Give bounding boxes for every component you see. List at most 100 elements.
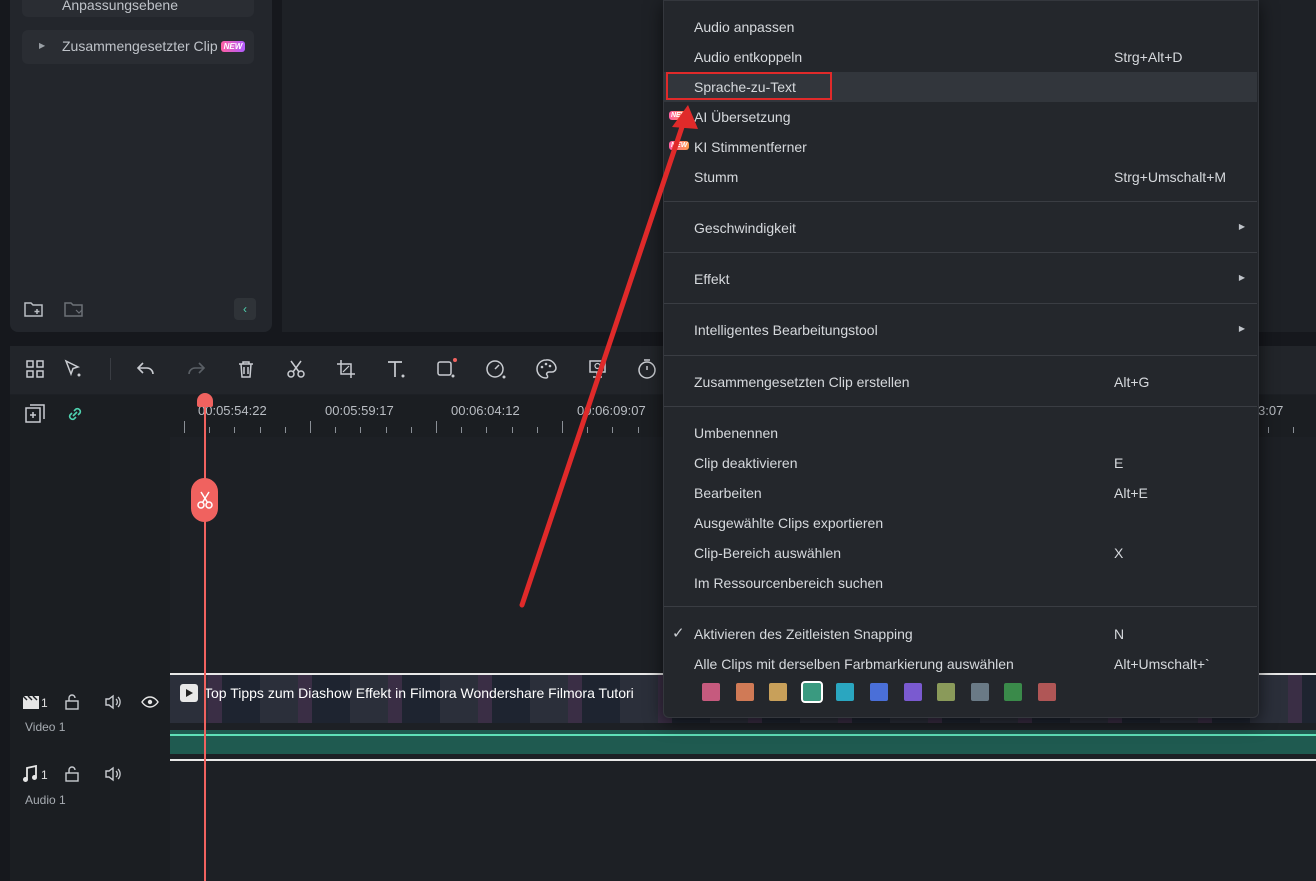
menu-item-shortcut: Alt+Umschalt+` xyxy=(1114,656,1210,672)
layout-icon[interactable] xyxy=(22,356,48,382)
menu-item[interactable]: Effekt ▶ xyxy=(664,264,1257,294)
menu-separator xyxy=(664,201,1257,202)
select-tool-icon[interactable] xyxy=(60,356,86,382)
menu-item-label: Audio entkoppeln xyxy=(694,49,803,65)
submenu-arrow-icon: ▶ xyxy=(1238,273,1245,282)
menu-item-shortcut: X xyxy=(1114,545,1124,561)
color-mark-swatch[interactable] xyxy=(903,683,922,701)
submenu-arrow-icon: ▶ xyxy=(1238,222,1245,231)
menu-item-label: Im Ressourcenbereich suchen xyxy=(694,575,884,591)
menu-item-shortcut: Strg+Alt+D xyxy=(1114,49,1183,65)
ruler-tick xyxy=(461,427,463,433)
color-mark-swatch[interactable] xyxy=(769,683,788,701)
clip-title-text: Top Tipps zum Diashow Effekt in Filmora … xyxy=(204,685,634,701)
menu-item-label: Intelligentes Bearbeitungstool xyxy=(694,322,878,338)
collapse-panel-button[interactable]: ‹ xyxy=(234,298,256,320)
undo-icon[interactable] xyxy=(133,356,159,382)
import-folder-icon[interactable] xyxy=(64,300,84,323)
volume-icon[interactable] xyxy=(104,694,122,715)
menu-item-shortcut: N xyxy=(1114,626,1125,642)
waveform-line xyxy=(170,734,1316,736)
add-track-icon[interactable] xyxy=(24,403,46,430)
redo-icon[interactable] xyxy=(183,356,209,382)
delete-icon[interactable] xyxy=(233,356,259,382)
ruler-tick xyxy=(1292,427,1294,433)
ruler-tick xyxy=(184,421,185,433)
lock-icon[interactable] xyxy=(65,766,79,787)
playhead-handle[interactable] xyxy=(197,393,213,407)
menu-item[interactable]: Audio anpassen xyxy=(664,12,1257,42)
ruler-tick xyxy=(1267,427,1269,433)
color-mark-swatch[interactable] xyxy=(1038,683,1056,701)
menu-item-label: Zusammengesetzten Clip erstellen xyxy=(694,374,910,390)
sidebar-item-compound-clip[interactable]: ▶ Zusammengesetzter Clip NEW xyxy=(22,30,254,64)
ruler-tick xyxy=(259,427,261,433)
volume-icon[interactable] xyxy=(104,766,122,787)
menu-item-shortcut: Alt+E xyxy=(1114,485,1148,501)
color-mark-swatch[interactable] xyxy=(970,683,989,701)
timecode-label: 3:07 xyxy=(1258,403,1284,418)
menu-item[interactable]: Umbenennen xyxy=(664,418,1257,448)
track-headers xyxy=(10,395,170,881)
menu-item[interactable]: Clip deaktivieren E xyxy=(664,448,1257,478)
menu-item[interactable]: Bearbeiten Alt+E xyxy=(664,478,1257,508)
new-folder-icon[interactable] xyxy=(24,300,44,323)
shape-icon[interactable] xyxy=(433,356,459,382)
color-mark-swatch[interactable] xyxy=(836,683,855,701)
ruler-tick xyxy=(385,427,387,433)
split-scissors-button[interactable] xyxy=(191,478,218,522)
annotation-arrow xyxy=(519,105,698,608)
ruler-tick xyxy=(335,427,337,433)
ruler-tick xyxy=(209,427,211,433)
menu-item[interactable]: Clip-Bereich auswählen X xyxy=(664,538,1257,568)
expand-arrow-icon[interactable]: ▶ xyxy=(39,41,45,50)
color-mark-swatch[interactable] xyxy=(870,683,888,701)
ruler-tick xyxy=(284,427,286,433)
color-mark-swatch[interactable] xyxy=(702,683,720,701)
menu-item[interactable]: Intelligentes Bearbeitungstool ▶ xyxy=(664,315,1257,345)
menu-item[interactable]: Stumm Strg+Umschalt+M xyxy=(664,162,1257,192)
checkmark-icon: ✓ xyxy=(672,625,685,642)
color-mark-swatch[interactable] xyxy=(937,683,956,701)
menu-item-label: Audio anpassen xyxy=(694,19,795,35)
color-mark-swatch[interactable] xyxy=(1004,683,1023,701)
menu-item-shortcut: E xyxy=(1114,455,1124,471)
menu-item-label: Ausgewählte Clips exportieren xyxy=(694,515,884,531)
menu-item[interactable]: Zusammengesetzten Clip erstellen Alt+G xyxy=(664,367,1257,397)
menu-item-shortcut: Strg+Umschalt+M xyxy=(1114,169,1227,185)
play-icon xyxy=(180,684,198,702)
toolbar-divider xyxy=(110,358,111,380)
clip-title: Top Tipps zum Diashow Effekt in Filmora … xyxy=(180,684,634,702)
menu-item[interactable]: Im Ressourcenbereich suchen xyxy=(664,568,1257,598)
video-track-label: Video 1 xyxy=(25,720,66,734)
color-mark-swatch[interactable] xyxy=(800,681,823,703)
eye-icon[interactable] xyxy=(141,695,159,714)
menu-item[interactable]: NEW AI Übersetzung xyxy=(664,102,1257,132)
video-track-index: 1 xyxy=(41,696,48,710)
menu-item-label: Alle Clips mit derselben Farbmarkierung … xyxy=(694,656,1014,672)
sidebar-item-adjustment-layer[interactable]: Anpassungsebene xyxy=(22,0,254,17)
menu-item[interactable]: Alle Clips mit derselben Farbmarkierung … xyxy=(664,649,1257,679)
lock-icon[interactable] xyxy=(65,694,79,715)
crop-icon[interactable] xyxy=(333,356,359,382)
menu-item[interactable]: Audio entkoppeln Strg+Alt+D xyxy=(664,42,1257,72)
text-icon[interactable] xyxy=(383,356,409,382)
ruler-tick xyxy=(410,427,412,433)
submenu-arrow-icon: ▶ xyxy=(1238,324,1245,333)
audio-track-index: 1 xyxy=(41,768,48,782)
menu-item[interactable]: Ausgewählte Clips exportieren xyxy=(664,508,1257,538)
new-badge: NEW xyxy=(220,41,246,52)
playhead-line[interactable] xyxy=(204,404,206,881)
chevron-left-icon: ‹ xyxy=(243,302,247,316)
media-panel: Anpassungsebene ▶ Zusammengesetzter Clip… xyxy=(10,0,272,332)
audio-track-label: Audio 1 xyxy=(25,793,66,807)
menu-item[interactable]: NEW KI Stimmentferner xyxy=(664,132,1257,162)
scissors-icon[interactable] xyxy=(283,356,309,382)
color-mark-swatch[interactable] xyxy=(735,683,754,701)
menu-separator xyxy=(664,606,1257,607)
menu-item[interactable]: ✓ Aktivieren des Zeitleisten Snapping N xyxy=(664,619,1257,649)
ruler-tick xyxy=(436,421,437,433)
menu-item[interactable]: Geschwindigkeit ▶ xyxy=(664,213,1257,243)
link-icon[interactable] xyxy=(65,404,85,429)
ruler-tick xyxy=(360,427,362,433)
